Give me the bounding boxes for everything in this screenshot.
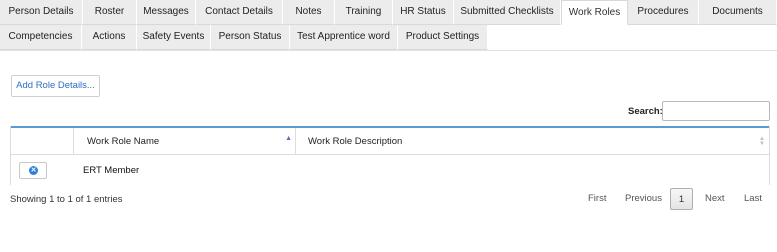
search-label: Search:: [628, 106, 663, 117]
pagination-page-1-button[interactable]: 1: [670, 188, 693, 210]
tab-procedures[interactable]: Procedures: [628, 0, 699, 25]
pagination-previous-button[interactable]: Previous: [625, 188, 662, 210]
tab-safety-events[interactable]: Safety Events: [137, 25, 211, 50]
table-info: Showing 1 to 1 of 1 entries: [10, 194, 123, 205]
table-row: ✕ ERT Member: [11, 156, 769, 185]
tab-person-details[interactable]: Person Details: [0, 0, 83, 25]
tab-product-settings[interactable]: Product Settings: [398, 25, 488, 50]
remove-role-button[interactable]: ✕: [19, 162, 47, 179]
pagination-next-button[interactable]: Next: [705, 188, 725, 210]
tab-contact-details[interactable]: Contact Details: [196, 0, 283, 25]
sort-both-icon: ▲ ▼: [759, 136, 765, 147]
search-input[interactable]: [662, 101, 770, 121]
column-header-label: Work Role Description: [308, 136, 403, 147]
table-header-row: Work Role Name ▲ Work Role Description ▲…: [11, 128, 769, 155]
tab-actions[interactable]: Actions: [82, 25, 137, 50]
column-header-actions: [11, 128, 74, 155]
tab-documents[interactable]: Documents: [699, 0, 777, 25]
work-roles-table: Work Role Name ▲ Work Role Description ▲…: [10, 126, 770, 185]
tab-work-roles[interactable]: Work Roles: [561, 0, 628, 25]
tab-messages[interactable]: Messages: [137, 0, 196, 25]
tab-roster[interactable]: Roster: [83, 0, 137, 25]
tab-training[interactable]: Training: [335, 0, 393, 25]
remove-circle-icon: ✕: [29, 166, 38, 175]
tab-bar-row-2: Competencies Actions Safety Events Perso…: [0, 25, 488, 50]
tab-competencies[interactable]: Competencies: [0, 25, 82, 50]
tab-test-apprentice-word[interactable]: Test Apprentice word: [290, 25, 398, 50]
pagination-first-button[interactable]: First: [588, 188, 606, 210]
pagination-last-button[interactable]: Last: [744, 188, 762, 210]
add-role-details-button[interactable]: Add Role Details...: [11, 75, 100, 97]
column-header-work-role-name[interactable]: Work Role Name ▲: [74, 128, 296, 155]
tab-hr-status[interactable]: HR Status: [393, 0, 454, 25]
column-header-work-role-description[interactable]: Work Role Description ▲ ▼: [296, 128, 769, 155]
tab-submitted-checklists[interactable]: Submitted Checklists: [454, 0, 561, 25]
column-header-label: Work Role Name: [87, 136, 160, 147]
cell-work-role-name: ERT Member: [83, 165, 140, 176]
tab-bar-row-1: Person Details Roster Messages Contact D…: [0, 0, 777, 25]
tab-notes[interactable]: Notes: [283, 0, 335, 25]
sort-asc-icon: ▲: [285, 135, 292, 142]
tab-person-status[interactable]: Person Status: [211, 25, 290, 50]
